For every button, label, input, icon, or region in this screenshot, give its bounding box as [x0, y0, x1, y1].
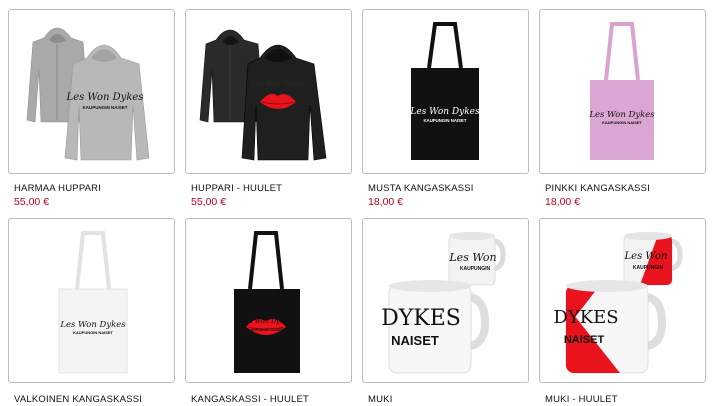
product-image-pink-tote[interactable]: Les Won Dykes KAUPUNGIN NAISET — [539, 9, 706, 174]
product-name[interactable]: HARMAA HUPPARI — [14, 183, 101, 194]
print-brand: Les Won Dykes — [409, 107, 480, 117]
product-name[interactable]: MUSTA KANGASKASSI — [368, 183, 474, 194]
product-image-black-tote-lips[interactable]: Les Won Dykes KAUPUNGIN NAISET — [185, 218, 352, 383]
print-subtitle: KAUPUNGIN NAISET — [82, 105, 127, 110]
product-image-red-lips-mugs[interactable]: Les Won KAUPUNGIN DYKES NAISET — [539, 218, 706, 383]
product-name[interactable]: MUKI — [368, 394, 393, 405]
product-name[interactable]: VALKOINEN KANGASKASSI — [14, 394, 142, 405]
product-price: 18,00 € — [368, 196, 404, 208]
print-subtitle: KAUPUNGIN NAISET — [73, 330, 114, 335]
print-big: DYKES — [553, 307, 618, 328]
product-image-white-mugs[interactable]: Les Won KAUPUNGIN DYKES NAISET — [362, 218, 529, 383]
print-subtitle: KAUPUNGIN NAISET — [248, 328, 285, 332]
print-brand: Les Won — [624, 251, 668, 262]
print-brand: Les Won Dykes — [240, 317, 292, 325]
print-brand: Les Won — [448, 251, 496, 264]
print-brand: Les Won Dykes — [59, 320, 126, 330]
product-image-black-tote[interactable]: Les Won Dykes KAUPUNGIN NAISET — [362, 9, 529, 174]
product-price: 55,00 € — [14, 196, 50, 208]
product-price: 55,00 € — [191, 196, 227, 208]
product-image-white-tote[interactable]: Les Won Dykes KAUPUNGIN NAISET — [8, 218, 175, 383]
print-subtitle: KAUPUNGIN NAISET — [424, 118, 467, 123]
print-subtitle: KAUPUNGIN — [460, 266, 491, 272]
product-name[interactable]: HUPPARI - HUULET — [191, 183, 282, 194]
print-brand: Les Won Dykes — [250, 80, 305, 88]
print-big: DYKES — [381, 306, 461, 331]
product-name[interactable]: MUKI - HUULET — [545, 394, 618, 405]
print-subtitle: KAUPUNGIN NAISET — [602, 120, 643, 125]
print-brand: Les Won Dykes — [66, 92, 144, 103]
product-image-grey-hoodie[interactable]: Les Won Dykes KAUPUNGIN NAISET — [8, 9, 175, 174]
product-grid: Les Won Dykes KAUPUNGIN NAISET HARMAA HU… — [0, 0, 720, 406]
print-subtitle: KAUPUNGIN — [633, 265, 664, 271]
product-price: 18,00 € — [545, 196, 581, 208]
print-big-subtitle: NAISET — [564, 334, 605, 346]
product-name[interactable]: PINKKI KANGASKASSI — [545, 183, 650, 194]
print-big-subtitle: NAISET — [391, 333, 439, 348]
product-image-black-hoodie[interactable]: Les Won Dykes — [185, 9, 352, 174]
print-brand: Les Won Dykes — [588, 110, 655, 120]
product-name[interactable]: KANGASKASSI - HUULET — [191, 394, 309, 405]
